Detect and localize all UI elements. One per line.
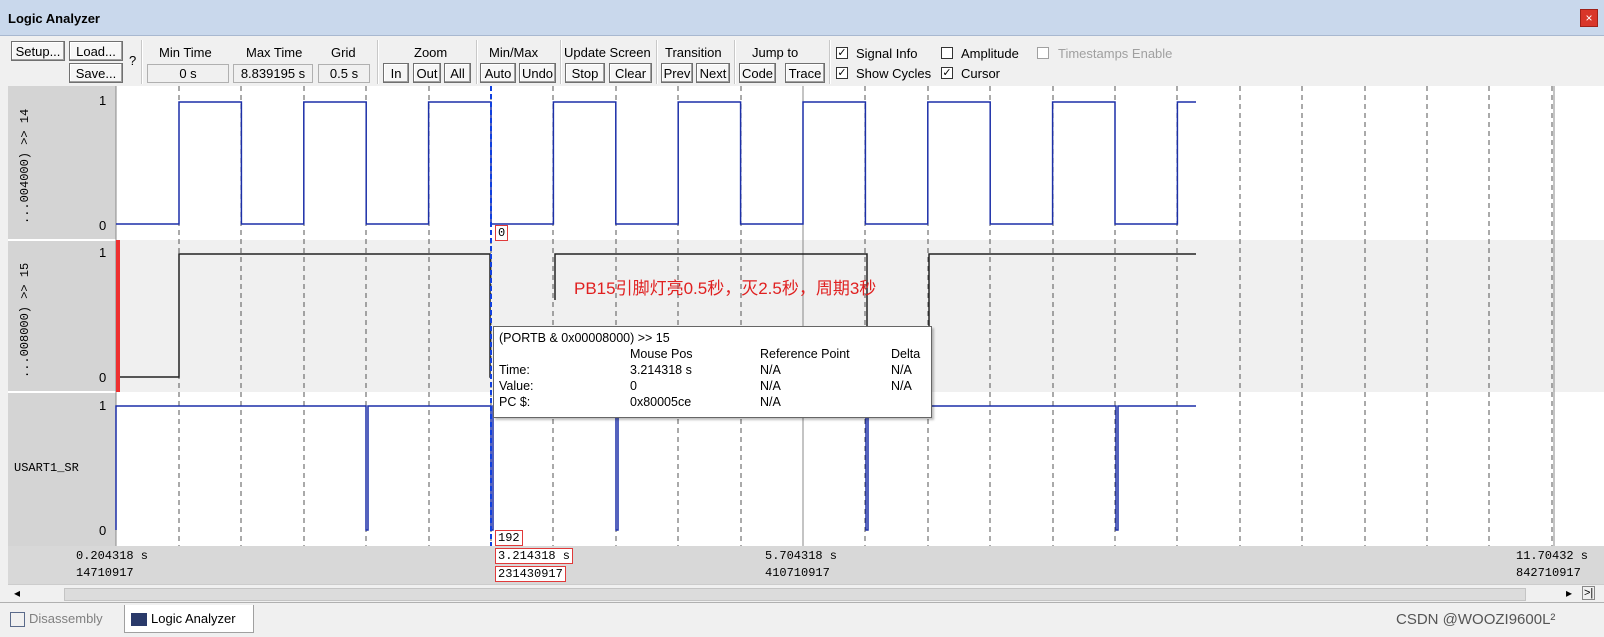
signal-2-name[interactable]: ...008000) >> 15	[18, 263, 32, 378]
signal-1-low: 0	[99, 218, 107, 233]
popup-time-mouse: 3.214318 s	[630, 363, 692, 377]
left-time: 0.204318 s	[76, 549, 149, 563]
scroll-end-icon[interactable]: >|	[1582, 586, 1596, 600]
popup-title: (PORTB & 0x00008000) >> 15	[499, 331, 670, 345]
popup-value-ref: N/A	[760, 379, 781, 393]
tab-disassembly[interactable]: Disassembly	[10, 605, 120, 633]
scroll-thumb[interactable]	[64, 588, 1526, 601]
tab-logic-analyzer-label: Logic Analyzer	[151, 611, 236, 626]
popup-time-delta: N/A	[891, 363, 912, 377]
watermark: CSDN @WOOZI9600L²	[1396, 611, 1556, 628]
tab-logic-analyzer[interactable]: Logic Analyzer	[124, 605, 254, 633]
cursor-value-signal-1: 0	[495, 225, 509, 241]
signal-2-high: 1	[99, 245, 107, 260]
annotation-text: PB15引脚灯亮0.5秒，灭2.5秒，周期3秒	[574, 279, 877, 298]
popup-pc-ref: N/A	[760, 395, 781, 409]
horizontal-scrollbar[interactable]: ◂ ▸ >|	[8, 584, 1604, 602]
popup-time-ref: N/A	[760, 363, 781, 377]
signal-3-waveform	[115, 405, 1196, 531]
waveform-svg	[8, 86, 1604, 546]
popup-col-ref: Reference Point	[760, 347, 850, 361]
popup-pc-label: PC $:	[499, 395, 531, 409]
selected-signal-marker	[116, 240, 120, 392]
popup-col-mouse: Mouse Pos	[630, 347, 693, 361]
popup-value-delta: N/A	[891, 379, 912, 393]
disassembly-icon	[10, 612, 25, 628]
bottom-tabs: Disassembly Logic Analyzer CSDN @WOOZI96…	[0, 602, 1604, 637]
time-axis-bar: 0.204318 s 14710917 3.214318 s 231430917…	[8, 546, 1604, 584]
right-time: 11.70432 s	[1516, 549, 1589, 563]
popup-time-label: Time:	[499, 363, 530, 377]
mid-time: 5.704318 s	[765, 549, 838, 563]
left-cycles: 14710917	[76, 566, 134, 580]
popup-pc-mouse: 0x80005ce	[630, 395, 692, 409]
cursor-time: 3.214318 s	[495, 548, 574, 564]
signal-3-name[interactable]: USART1_SR	[14, 461, 79, 475]
signal-3-high: 1	[99, 398, 107, 413]
scroll-left-icon[interactable]: ◂	[14, 586, 20, 600]
logic-analyzer-icon	[131, 613, 147, 627]
signal-1-high: 1	[99, 93, 107, 108]
popup-col-delta: Delta	[891, 347, 921, 361]
tab-disassembly-label: Disassembly	[29, 611, 103, 626]
signal-info-popup: (PORTB & 0x00008000) >> 15 Mouse Pos Ref…	[493, 326, 932, 418]
right-cycles: 842710917	[1516, 566, 1581, 580]
popup-value-mouse: 0	[630, 379, 637, 393]
signal-2-low: 0	[99, 370, 107, 385]
signal-1-name[interactable]: ...004000) >> 14	[18, 109, 32, 224]
popup-value-label: Value:	[499, 379, 534, 393]
mid-cycles: 410710917	[765, 566, 830, 580]
signal-3-low: 0	[99, 523, 107, 538]
cursor-value-signal-3: 192	[495, 530, 523, 546]
cursor-cycles: 231430917	[495, 566, 566, 582]
signal-1-waveform	[116, 101, 1196, 225]
scroll-right-icon[interactable]: ▸	[1566, 586, 1572, 600]
